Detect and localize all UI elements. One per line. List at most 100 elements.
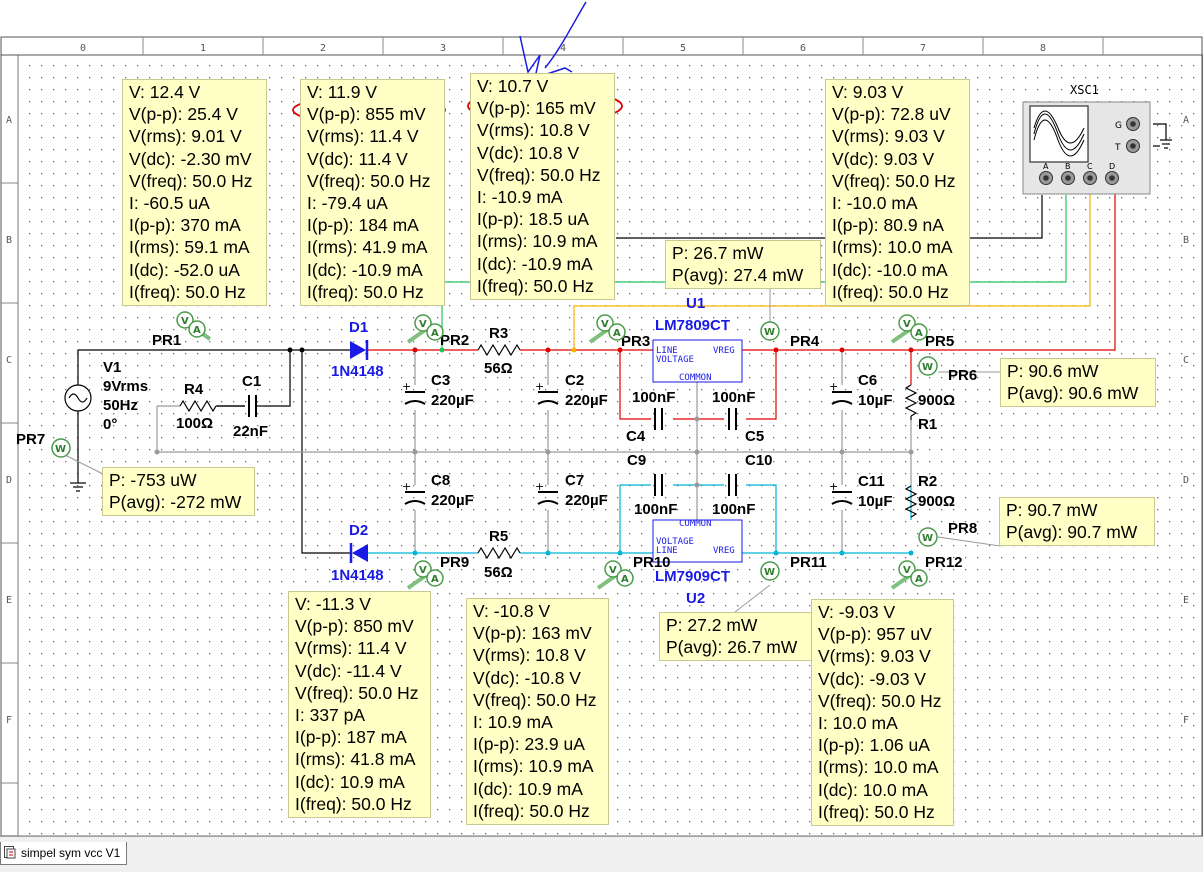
measurement-box-pr12: V: -9.03 V V(p-p): 957 uV V(rms): 9.03 V V(… [811,599,954,826]
probe-pr4[interactable]: W [760,321,780,341]
ruler-row-right-C: C [1183,355,1189,366]
measurement-line: V: 12.4 V [129,82,201,102]
ruler-column-3: 3 [440,43,446,54]
measurement-line: I(dc): -10.9 mA [307,259,423,280]
measurement-line: V(rms): 10.8 V [473,645,586,666]
u1-model: LM7809CT [655,317,730,334]
u2-pin-common: COMMON [679,519,712,529]
ruler-row-C: C [6,355,12,366]
probe-label-pr5: PR5 [925,333,954,350]
probe-label-pr6: PR6 [948,367,977,384]
scope-ch-a-label: A [1043,162,1049,171]
regulator-u1[interactable]: LINE VREG VOLTAGE COMMON [652,339,743,383]
ruler-column-7: 7 [920,43,926,54]
measurement-line: V(dc): 10.8 V [477,142,580,163]
r5-label: R5 [489,528,508,545]
probe-amp-glyph: A [431,328,439,339]
measurement-line: V(freq): 50.0 Hz [129,170,253,191]
measurement-line: I(freq): 50.0 Hz [477,275,594,296]
probe-pr6[interactable]: W [918,356,938,376]
ac-source-v1[interactable] [64,384,92,412]
measurement-line: I(p-p): 184 mA [307,215,419,236]
c8-value: 220µF [431,492,474,509]
measurement-box-pr5: V: 9.03 V V(p-p): 72.8 uV V(rms): 9.03 V V(… [825,79,970,306]
measurement-line: P(avg): 90.6 mW [1007,383,1139,404]
probe-label-pr7: PR7 [16,431,45,448]
v1-label: V1 [103,359,121,376]
c7-value: 220µF [565,492,608,509]
measurement-line: I(freq): 50.0 Hz [832,281,949,302]
ruler-column-8: 8 [1040,43,1046,54]
measurement-line: P: -753 uW [109,470,197,490]
measurement-box-pr1: V: 12.4 V V(p-p): 25.4 V V(rms): 9.01 V V(d… [122,79,267,306]
measurement-line: I: -79.4 uA [307,192,388,213]
measurement-line: I(p-p): 23.9 uA [473,734,585,755]
probe-amp-glyph: A [915,328,923,339]
r5-value: 56Ω [484,564,513,581]
c5-label: C5 [745,428,764,445]
scope-ch-d-label: D [1109,162,1115,171]
measurement-line: V(freq): 50.0 Hz [832,170,956,191]
measurement-line: V(rms): 9.03 V [818,646,931,667]
v1-phase: 0° [103,416,117,433]
probe-amp-glyph: A [915,574,923,585]
r3-value: 56Ω [484,360,513,377]
ruler-row-right-E: E [1183,595,1189,606]
probe-label-pr9: PR9 [440,554,469,571]
measurement-line: V(p-p): 25.4 V [129,104,238,125]
r4-label: R4 [184,381,204,398]
scope-gnd-label: G [1115,121,1122,131]
probe-pr8[interactable]: W [918,527,938,547]
d1-model: 1N4148 [331,363,384,380]
c3-value: 220µF [431,392,474,409]
measurement-line: I: 337 pA [295,704,366,725]
r2-value: 900Ω [918,493,955,510]
ruler-row-right-B: B [1183,235,1189,246]
probe-volt-glyph: V [609,565,617,576]
measurement-line: I(p-p): 370 mA [129,215,241,236]
measurement-line: V(p-p): 72.8 uV [832,104,951,125]
measurement-line: V: -11.3 V [295,594,371,614]
c11-value: 10µF [858,493,893,510]
c5-value: 100nF [712,389,755,406]
u1-pin-vreg: VREG [713,346,735,356]
probe-watt-glyph: W [922,362,933,373]
measurement-line: I(freq): 50.0 Hz [473,800,590,821]
ruler-row-right-A: A [1183,115,1189,126]
measurement-line: I(freq): 50.0 Hz [295,793,412,814]
probe-label-pr12: PR12 [925,554,963,571]
ruler-row-right-D: D [1183,475,1189,486]
measurement-line: V(dc): -10.8 V [473,667,581,688]
ruler-row-A: A [6,115,12,126]
measurement-box-pr3: V: 10.7 V V(p-p): 165 mV V(rms): 10.8 V V(d… [470,73,615,300]
measurement-box-pr7: P: -753 uW P(avg): -272 mW [102,467,255,517]
r4-value: 100Ω [176,415,213,432]
measurement-line: V(rms): 10.8 V [477,120,590,141]
c3-label: C3 [431,372,450,389]
ruler-row-B: B [6,235,12,246]
probe-watt-glyph: W [764,327,775,338]
probe-pr7[interactable]: W [51,438,71,458]
measurement-line: I(dc): -10.9 mA [477,253,593,274]
measurement-line: I(p-p): 18.5 uA [477,209,589,230]
sheet-tab[interactable]: simpel sym vcc V1 [0,842,128,865]
r3-label: R3 [489,325,508,342]
measurement-line: I: -60.5 uA [129,192,210,213]
measurement-line: I(rms): 41.8 mA [295,749,416,770]
measurement-line: V(freq): 50.0 Hz [477,164,601,185]
measurement-line: I: 10.0 mA [818,712,898,733]
probe-watt-glyph: W [55,444,66,455]
probe-label-pr2: PR2 [440,332,469,349]
measurement-box-pr4: P: 26.7 mW P(avg): 27.4 mW [665,240,821,290]
c2-value: 220µF [565,392,608,409]
xsc1-label: XSC1 [1070,83,1099,97]
ruler-row-E: E [6,595,12,606]
measurement-line: V: -10.8 V [473,601,551,621]
oscilloscope-xsc1[interactable]: G T A B C D [1022,101,1151,195]
measurement-line: V(p-p): 850 mV [295,616,414,637]
measurement-box-pr8: P: 90.7 mW P(avg): 90.7 mW [999,497,1155,547]
probe-pr11[interactable]: W [760,561,780,581]
measurement-line: I(dc): -10.0 mA [832,259,948,280]
u1-pin-voltage: VOLTAGE [656,355,694,365]
ruler-column-1: 1 [200,43,206,54]
